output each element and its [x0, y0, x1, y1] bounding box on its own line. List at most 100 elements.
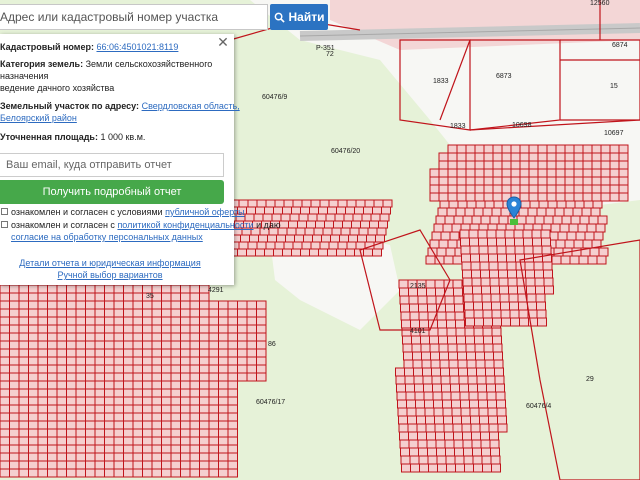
- land-plot[interactable]: [501, 168, 512, 178]
- land-plot[interactable]: [537, 160, 548, 170]
- land-plot[interactable]: [528, 144, 539, 154]
- land-plot[interactable]: [123, 460, 134, 470]
- land-plot[interactable]: [218, 380, 229, 390]
- land-plot[interactable]: [18, 436, 29, 446]
- land-plot[interactable]: [37, 284, 48, 294]
- land-plot[interactable]: [463, 293, 474, 303]
- land-plot[interactable]: [559, 223, 570, 233]
- land-plot[interactable]: [227, 316, 238, 326]
- land-plot[interactable]: [94, 444, 105, 454]
- land-plot[interactable]: [56, 364, 67, 374]
- land-plot[interactable]: [56, 404, 67, 414]
- land-plot[interactable]: [56, 452, 67, 462]
- land-plot[interactable]: [66, 316, 77, 326]
- land-plot[interactable]: [227, 428, 238, 438]
- land-plot[interactable]: [199, 460, 210, 470]
- land-plot[interactable]: [37, 404, 48, 414]
- land-plot[interactable]: [441, 391, 452, 401]
- land-plot[interactable]: [9, 436, 20, 446]
- land-plot[interactable]: [438, 343, 449, 353]
- land-plot[interactable]: [161, 324, 172, 334]
- land-plot[interactable]: [170, 420, 181, 430]
- land-plot[interactable]: [18, 452, 29, 462]
- land-plot[interactable]: [104, 444, 115, 454]
- land-plot[interactable]: [528, 152, 539, 162]
- land-plot[interactable]: [142, 308, 153, 318]
- land-plot[interactable]: [151, 372, 162, 382]
- land-plot[interactable]: [123, 436, 134, 446]
- land-plot[interactable]: [189, 300, 200, 310]
- land-plot[interactable]: [170, 364, 181, 374]
- land-plot[interactable]: [462, 215, 473, 225]
- land-plot[interactable]: [427, 447, 437, 457]
- land-plot[interactable]: [486, 391, 497, 401]
- land-plot[interactable]: [66, 356, 77, 366]
- land-plot[interactable]: [28, 284, 39, 294]
- land-plot[interactable]: [474, 184, 485, 194]
- land-plot[interactable]: [66, 428, 77, 438]
- land-plot[interactable]: [208, 460, 219, 470]
- land-plot[interactable]: [227, 452, 238, 462]
- land-plot[interactable]: [123, 292, 134, 302]
- land-plot[interactable]: [85, 284, 96, 294]
- land-plot[interactable]: [505, 237, 515, 247]
- manual-selection-link[interactable]: Ручной выбор вариантов: [57, 270, 162, 280]
- land-plot[interactable]: [113, 356, 124, 366]
- land-plot[interactable]: [492, 168, 503, 178]
- land-plot[interactable]: [519, 144, 530, 154]
- land-plot[interactable]: [47, 468, 58, 478]
- land-plot[interactable]: [424, 407, 435, 417]
- land-plot[interactable]: [132, 308, 143, 318]
- land-plot[interactable]: [47, 428, 58, 438]
- land-plot[interactable]: [9, 380, 20, 390]
- land-plot[interactable]: [491, 207, 502, 217]
- land-plot[interactable]: [189, 460, 200, 470]
- land-plot[interactable]: [85, 388, 96, 398]
- land-plot[interactable]: [453, 431, 463, 441]
- land-plot[interactable]: [428, 463, 438, 473]
- land-plot[interactable]: [123, 380, 134, 390]
- land-plot[interactable]: [472, 293, 483, 303]
- land-plot[interactable]: [75, 356, 86, 366]
- land-plot[interactable]: [447, 168, 458, 178]
- land-plot[interactable]: [473, 309, 484, 319]
- cadastral-number-link[interactable]: 66:06:4501021:8119: [96, 42, 178, 52]
- land-plot[interactable]: [75, 452, 86, 462]
- land-plot[interactable]: [132, 460, 143, 470]
- land-plot[interactable]: [483, 184, 494, 194]
- land-plot[interactable]: [47, 324, 58, 334]
- land-plot[interactable]: [0, 428, 10, 438]
- land-plot[interactable]: [337, 199, 348, 208]
- land-plot[interactable]: [532, 245, 543, 255]
- land-plot[interactable]: [189, 388, 200, 398]
- land-plot[interactable]: [9, 468, 20, 478]
- privacy-policy-link[interactable]: политикой конфиденциальности: [117, 220, 253, 230]
- land-plot[interactable]: [151, 460, 162, 470]
- land-plot[interactable]: [519, 184, 530, 194]
- land-plot[interactable]: [444, 439, 455, 449]
- land-plot[interactable]: [561, 215, 572, 225]
- land-plot[interactable]: [449, 375, 460, 385]
- land-plot[interactable]: [564, 192, 575, 202]
- land-plot[interactable]: [487, 245, 498, 255]
- land-plot[interactable]: [208, 332, 219, 342]
- land-plot[interactable]: [104, 420, 115, 430]
- land-plot[interactable]: [0, 356, 10, 366]
- land-plot[interactable]: [237, 300, 248, 310]
- land-plot[interactable]: [491, 327, 502, 337]
- land-plot[interactable]: [37, 436, 48, 446]
- land-plot[interactable]: [528, 176, 539, 186]
- land-plot[interactable]: [218, 364, 229, 374]
- land-plot[interactable]: [0, 388, 10, 398]
- land-plot[interactable]: [456, 192, 467, 202]
- land-plot[interactable]: [516, 269, 526, 279]
- land-plot[interactable]: [340, 227, 351, 236]
- land-plot[interactable]: [189, 404, 200, 414]
- land-plot[interactable]: [265, 199, 276, 208]
- land-plot[interactable]: [436, 447, 446, 457]
- land-plot[interactable]: [142, 324, 153, 334]
- land-plot[interactable]: [199, 388, 210, 398]
- land-plot[interactable]: [208, 364, 219, 374]
- land-plot[interactable]: [448, 359, 459, 369]
- land-plot[interactable]: [479, 261, 490, 271]
